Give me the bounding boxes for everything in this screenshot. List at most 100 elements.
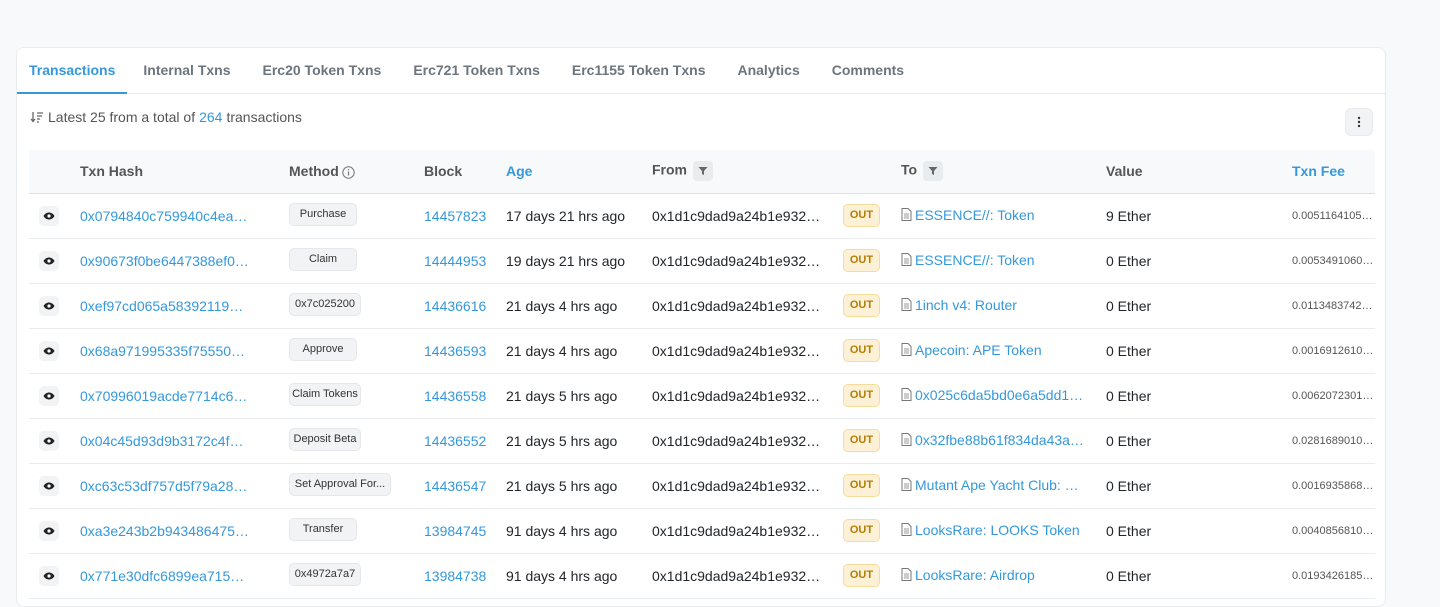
age-cell: 21 days 4 hrs ago bbox=[506, 297, 618, 314]
from-address[interactable]: 0x1d1c9dad9a24b1e932… bbox=[652, 373, 843, 418]
txn-hash-link[interactable]: 0xc63c53df757d5f79a28… bbox=[80, 463, 289, 508]
eye-icon bbox=[43, 347, 55, 354]
preview-button[interactable] bbox=[39, 430, 59, 451]
tab-erc1155-token-txns[interactable]: Erc1155 Token Txns bbox=[556, 48, 722, 94]
txn-hash-link[interactable]: 0xa3e243b2b943486475… bbox=[80, 508, 289, 553]
sort-icon bbox=[30, 112, 43, 123]
table-row: 0xc63c53df757d5f79a28… Set Approval For.… bbox=[29, 463, 1375, 508]
preview-button[interactable] bbox=[39, 295, 59, 316]
preview-button[interactable] bbox=[39, 520, 59, 541]
txn-hash-link[interactable]: 0x04c45d93d9b3172c4f… bbox=[80, 418, 289, 463]
from-address[interactable]: 0x1d1c9dad9a24b1e932… bbox=[652, 418, 843, 463]
contract-file-icon bbox=[901, 208, 912, 222]
header-block: Block bbox=[424, 163, 463, 180]
from-address[interactable]: 0x1d1c9dad9a24b1e932… bbox=[652, 283, 843, 328]
tab-comments[interactable]: Comments bbox=[816, 48, 920, 94]
from-address[interactable]: 0x1d1c9dad9a24b1e932… bbox=[652, 508, 843, 553]
vertical-ellipsis-icon bbox=[1357, 116, 1361, 128]
eye-icon bbox=[43, 257, 55, 264]
header-age[interactable]: Age bbox=[506, 150, 652, 193]
value-cell: 9 Ether bbox=[1106, 207, 1152, 224]
to-address-label[interactable]: ESSENCE//: Token bbox=[915, 207, 1035, 223]
header-preview bbox=[29, 150, 80, 193]
to-cell[interactable]: Apecoin: APE Token bbox=[901, 328, 1106, 373]
block-link[interactable]: 14444953 bbox=[424, 238, 506, 283]
direction-cell: OUT bbox=[843, 283, 901, 328]
block-link[interactable]: 14436616 bbox=[424, 283, 506, 328]
preview-button[interactable] bbox=[39, 475, 59, 496]
from-address[interactable]: 0x1d1c9dad9a24b1e932… bbox=[652, 463, 843, 508]
header-txn-fee[interactable]: Txn Fee bbox=[1292, 150, 1375, 193]
info-icon[interactable] bbox=[342, 166, 355, 179]
age-cell: 21 days 5 hrs ago bbox=[506, 387, 618, 404]
summary-prefix: Latest 25 from a total of bbox=[48, 109, 196, 125]
to-address-label[interactable]: ESSENCE//: Token bbox=[915, 252, 1035, 268]
transactions-summary: Latest 25 from a total of 264 transactio… bbox=[30, 109, 302, 125]
to-cell[interactable]: ESSENCE//: Token bbox=[901, 193, 1106, 238]
to-address-label[interactable]: Apecoin: APE Token bbox=[915, 342, 1042, 358]
to-cell[interactable]: Mutant Ape Yacht Club: … bbox=[901, 463, 1106, 508]
preview-button[interactable] bbox=[39, 565, 59, 586]
preview-button[interactable] bbox=[39, 340, 59, 361]
to-cell[interactable]: 0x32fbe88b61f834da43a… bbox=[901, 418, 1106, 463]
to-filter-button[interactable] bbox=[923, 161, 944, 182]
block-link[interactable]: 14436593 bbox=[424, 328, 506, 373]
from-address[interactable]: 0x1d1c9dad9a24b1e932… bbox=[652, 328, 843, 373]
txn-hash-link[interactable]: 0x0794840c759940c4ea… bbox=[80, 193, 289, 238]
to-address-label[interactable]: 0x32fbe88b61f834da43a… bbox=[915, 432, 1084, 448]
txn-fee-cell: 0.01134837420301 bbox=[1292, 299, 1375, 312]
table-row: 0xa3e243b2b943486475… Transfer 13984745 … bbox=[29, 508, 1375, 553]
contract-file-icon bbox=[901, 478, 912, 492]
preview-cell bbox=[29, 328, 80, 373]
tab-erc721-token-txns[interactable]: Erc721 Token Txns bbox=[397, 48, 556, 94]
to-cell[interactable]: 0x025c6da5bd0e6a5dd1… bbox=[901, 373, 1106, 418]
eye-icon bbox=[43, 527, 55, 534]
preview-button[interactable] bbox=[39, 385, 59, 406]
table-row: 0x68a971995335f75550… Approve 14436593 2… bbox=[29, 328, 1375, 373]
to-address-label[interactable]: 0x025c6da5bd0e6a5dd1… bbox=[915, 387, 1083, 403]
from-address[interactable]: 0x1d1c9dad9a24b1e932… bbox=[652, 238, 843, 283]
age-cell: 21 days 5 hrs ago bbox=[506, 432, 618, 449]
filter-icon bbox=[928, 167, 938, 176]
tab-analytics[interactable]: Analytics bbox=[721, 48, 815, 94]
txn-hash-link[interactable]: 0x90673f0be6447388ef0… bbox=[80, 238, 289, 283]
tab-erc20-token-txns[interactable]: Erc20 Token Txns bbox=[247, 48, 398, 94]
direction-badge: OUT bbox=[843, 339, 880, 362]
to-address-label[interactable]: Mutant Ape Yacht Club: … bbox=[915, 477, 1079, 493]
direction-cell: OUT bbox=[843, 238, 901, 283]
block-link[interactable]: 14436558 bbox=[424, 373, 506, 418]
to-cell[interactable]: 1inch v4: Router bbox=[901, 283, 1106, 328]
to-cell[interactable]: LooksRare: Airdrop bbox=[901, 553, 1106, 598]
txn-hash-link[interactable]: 0xef97cd065a58392119… bbox=[80, 283, 289, 328]
eye-icon bbox=[43, 482, 55, 489]
block-link[interactable]: 14436552 bbox=[424, 418, 506, 463]
summary-count[interactable]: 264 bbox=[199, 109, 222, 125]
preview-button[interactable] bbox=[39, 250, 59, 271]
txn-fee-cell: 0.01934261858212 bbox=[1292, 569, 1375, 582]
block-link[interactable]: 14436547 bbox=[424, 463, 506, 508]
header-from: From bbox=[652, 150, 843, 193]
header-method-label: Method bbox=[289, 163, 339, 180]
txn-hash-link[interactable]: 0x68a971995335f75550… bbox=[80, 328, 289, 373]
to-address-label[interactable]: LooksRare: LOOKS Token bbox=[915, 522, 1080, 538]
block-link[interactable]: 13984745 bbox=[424, 508, 506, 553]
to-address-label[interactable]: LooksRare: Airdrop bbox=[915, 567, 1035, 583]
from-address[interactable]: 0x1d1c9dad9a24b1e932… bbox=[652, 193, 843, 238]
to-cell[interactable]: ESSENCE//: Token bbox=[901, 238, 1106, 283]
block-link[interactable]: 13984738 bbox=[424, 553, 506, 598]
method-cell: Set Approval For... bbox=[289, 463, 424, 508]
method-cell: Claim bbox=[289, 238, 424, 283]
block-link[interactable]: 14457823 bbox=[424, 193, 506, 238]
txn-hash-link[interactable]: 0x70996019acde7714c6… bbox=[80, 373, 289, 418]
from-filter-button[interactable] bbox=[693, 161, 713, 182]
method-badge: Set Approval For... bbox=[289, 472, 391, 496]
tab-internal-txns[interactable]: Internal Txns bbox=[127, 48, 246, 94]
to-address-label[interactable]: 1inch v4: Router bbox=[915, 297, 1017, 313]
from-address[interactable]: 0x1d1c9dad9a24b1e932… bbox=[652, 553, 843, 598]
preview-button[interactable] bbox=[39, 205, 59, 226]
more-options-button[interactable] bbox=[1345, 108, 1373, 136]
txn-hash-link[interactable]: 0x771e30dfc6899ea715… bbox=[80, 553, 289, 598]
tab-transactions[interactable]: Transactions bbox=[17, 48, 128, 94]
summary-suffix: transactions bbox=[226, 109, 302, 125]
to-cell[interactable]: LooksRare: LOOKS Token bbox=[901, 508, 1106, 553]
